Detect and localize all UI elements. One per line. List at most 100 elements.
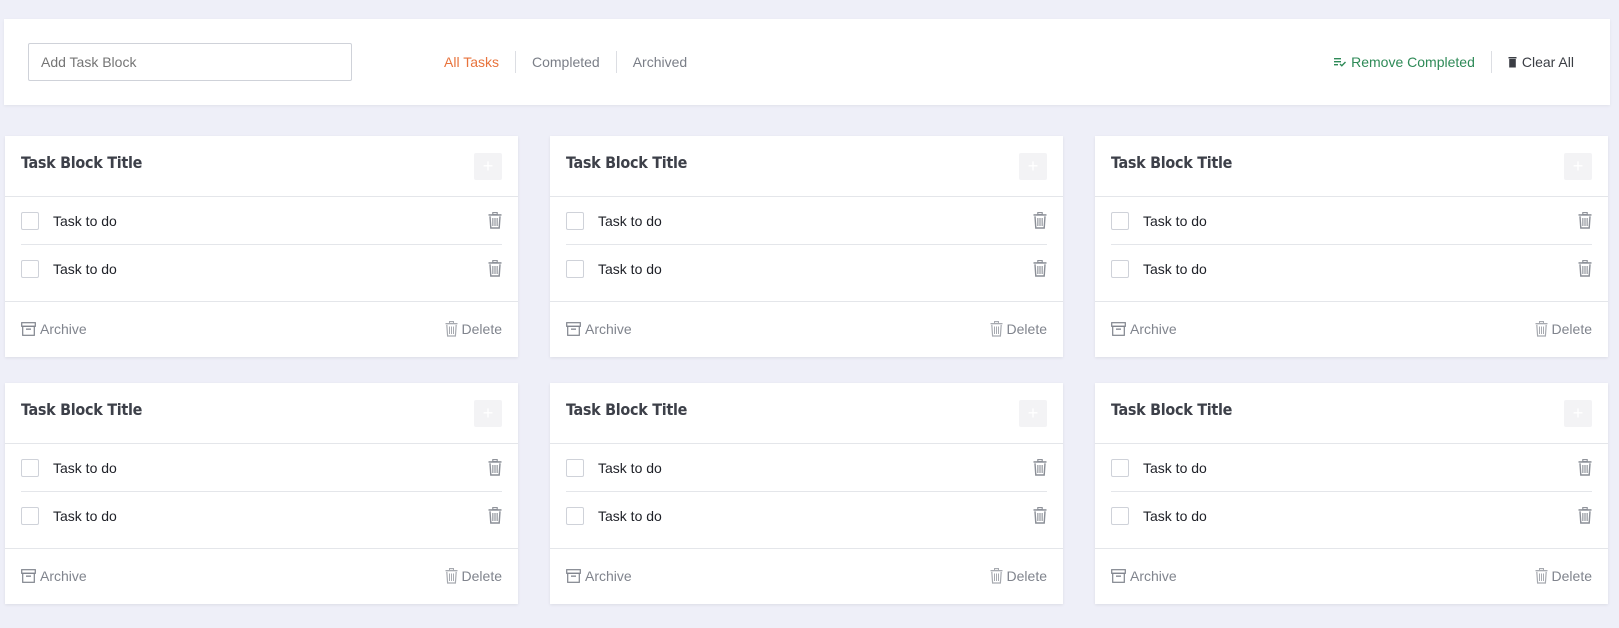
delete-button[interactable]: Delete (990, 321, 1047, 337)
task-checkbox[interactable] (1111, 211, 1129, 230)
list-check-icon (1334, 57, 1347, 67)
task-block-footer: Archive Delete (550, 548, 1063, 604)
add-task-button[interactable]: + (474, 153, 502, 180)
task-block-card: Task Block Title + Task to do Task to do (550, 383, 1063, 604)
task-row: Task to do (21, 444, 502, 492)
trash-icon (488, 459, 502, 481)
task-block-card: Task Block Title + Task to do Task to do (1095, 383, 1608, 604)
archive-icon (1111, 322, 1126, 336)
task-list: Task to do Task to do (550, 444, 1063, 540)
task-checkbox[interactable] (1111, 507, 1129, 525)
task-block-header: Task Block Title + (5, 136, 518, 197)
task-row: Task to do (1111, 245, 1592, 293)
add-task-button[interactable]: + (1019, 400, 1047, 427)
trash-icon (1033, 260, 1047, 282)
task-checkbox[interactable] (566, 211, 584, 230)
trash-icon (488, 507, 502, 529)
delete-task-button[interactable] (488, 507, 502, 529)
plus-icon: + (482, 403, 494, 423)
delete-task-button[interactable] (1578, 260, 1592, 282)
add-task-button[interactable]: + (1564, 400, 1592, 427)
delete-button[interactable]: Delete (445, 568, 502, 584)
delete-task-button[interactable] (488, 260, 502, 282)
delete-task-button[interactable] (488, 459, 502, 481)
task-checkbox[interactable] (566, 458, 584, 477)
task-block-header: Task Block Title + (1095, 383, 1608, 444)
delete-label: Delete (1551, 568, 1592, 584)
archive-icon (566, 569, 581, 583)
delete-label: Delete (1006, 321, 1047, 337)
trash-icon (1033, 459, 1047, 481)
archive-button[interactable]: Archive (1111, 321, 1177, 337)
archive-button[interactable]: Archive (566, 568, 632, 584)
archive-label: Archive (40, 568, 87, 584)
trash-icon (1578, 260, 1592, 282)
task-checkbox[interactable] (21, 211, 39, 230)
task-block-title: Task Block Title (21, 153, 143, 172)
delete-button[interactable]: Delete (1535, 321, 1592, 337)
delete-button[interactable]: Delete (445, 321, 502, 337)
task-block-card: Task Block Title + Task to do Task to do (550, 136, 1063, 357)
trash-icon (990, 568, 1003, 584)
archive-button[interactable]: Archive (566, 321, 632, 337)
delete-task-button[interactable] (1033, 459, 1047, 481)
task-list: Task to do Task to do (5, 444, 518, 540)
tab-all-tasks[interactable]: All Tasks (432, 51, 515, 73)
task-block-title: Task Block Title (21, 400, 143, 419)
delete-button[interactable]: Delete (1535, 568, 1592, 584)
archive-label: Archive (1130, 568, 1177, 584)
delete-task-button[interactable] (1033, 260, 1047, 282)
trash-icon (488, 260, 502, 282)
archive-label: Archive (585, 321, 632, 337)
task-list: Task to do Task to do (1095, 444, 1608, 540)
add-task-button[interactable]: + (1019, 153, 1047, 180)
trash-icon (1535, 568, 1548, 584)
plus-icon: + (1572, 156, 1584, 176)
trash-icon (990, 321, 1003, 337)
archive-button[interactable]: Archive (1111, 568, 1177, 584)
plus-icon: + (1027, 403, 1039, 423)
task-row: Task to do (566, 444, 1047, 492)
archive-button[interactable]: Archive (21, 321, 87, 337)
delete-label: Delete (461, 321, 502, 337)
task-row: Task to do (566, 245, 1047, 293)
remove-completed-label: Remove Completed (1351, 54, 1475, 70)
trash-icon (1578, 212, 1592, 234)
tab-completed[interactable]: Completed (514, 51, 616, 73)
trash-icon (445, 321, 458, 337)
task-checkbox[interactable] (1111, 458, 1129, 477)
delete-task-button[interactable] (1578, 507, 1592, 529)
task-block-footer: Archive Delete (5, 301, 518, 357)
delete-label: Delete (1006, 568, 1047, 584)
add-task-button[interactable]: + (474, 400, 502, 427)
delete-task-button[interactable] (1033, 212, 1047, 234)
delete-button[interactable]: Delete (990, 568, 1047, 584)
remove-completed-button[interactable]: Remove Completed (1334, 51, 1491, 73)
task-text: Task to do (1143, 261, 1207, 277)
task-list: Task to do Task to do (550, 197, 1063, 293)
task-checkbox[interactable] (1111, 260, 1129, 278)
delete-task-button[interactable] (1033, 507, 1047, 529)
archive-icon (566, 322, 581, 336)
add-task-block-input[interactable] (28, 43, 352, 81)
tab-archived[interactable]: Archived (615, 51, 703, 73)
trash-icon (445, 568, 458, 584)
delete-task-button[interactable] (488, 212, 502, 234)
add-task-button[interactable]: + (1564, 153, 1592, 180)
archive-label: Archive (585, 568, 632, 584)
task-checkbox[interactable] (21, 458, 39, 477)
task-row: Task to do (1111, 444, 1592, 492)
task-checkbox[interactable] (21, 260, 39, 278)
delete-task-button[interactable] (1578, 459, 1592, 481)
archive-button[interactable]: Archive (21, 568, 87, 584)
task-checkbox[interactable] (21, 507, 39, 525)
task-checkbox[interactable] (566, 507, 584, 525)
task-text: Task to do (1143, 212, 1207, 229)
task-block-title: Task Block Title (566, 153, 688, 172)
task-text: Task to do (1143, 508, 1207, 524)
delete-task-button[interactable] (1578, 212, 1592, 234)
trash-icon (488, 212, 502, 234)
archive-icon (1111, 569, 1126, 583)
clear-all-button[interactable]: Clear All (1490, 51, 1574, 73)
task-checkbox[interactable] (566, 260, 584, 278)
